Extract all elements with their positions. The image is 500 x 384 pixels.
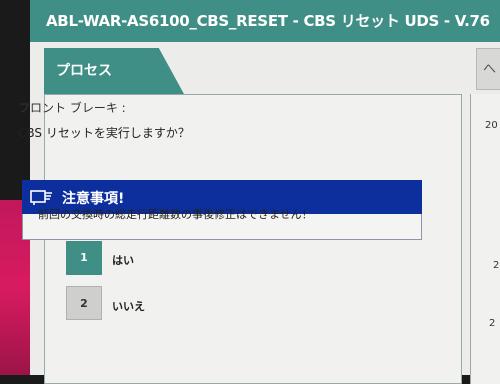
side-value: 2 [489,318,496,329]
option-no-button[interactable]: 2 [66,286,102,320]
tab-process[interactable]: プロセス [44,48,184,94]
notice-message: 前回の交換時の総走行距離数の事後修正はできません！ [38,208,313,221]
tab-next[interactable]: へ [476,48,500,90]
question-text: CBS リセットを実行しますか？ [18,126,190,140]
side-value: 2 [493,260,500,271]
side-panel: 20 2 2 [470,94,500,384]
option-no-label[interactable]: いいえ [112,298,145,314]
side-value: 20 [485,120,498,131]
option-yes-label[interactable]: はい [112,252,134,268]
window-title: ABL-WAR-AS6100_CBS_RESET - CBS リセット UDS … [30,0,500,42]
section-label: フロント ブレーキ : [18,101,126,115]
option-yes-button[interactable]: 1 [66,241,102,275]
